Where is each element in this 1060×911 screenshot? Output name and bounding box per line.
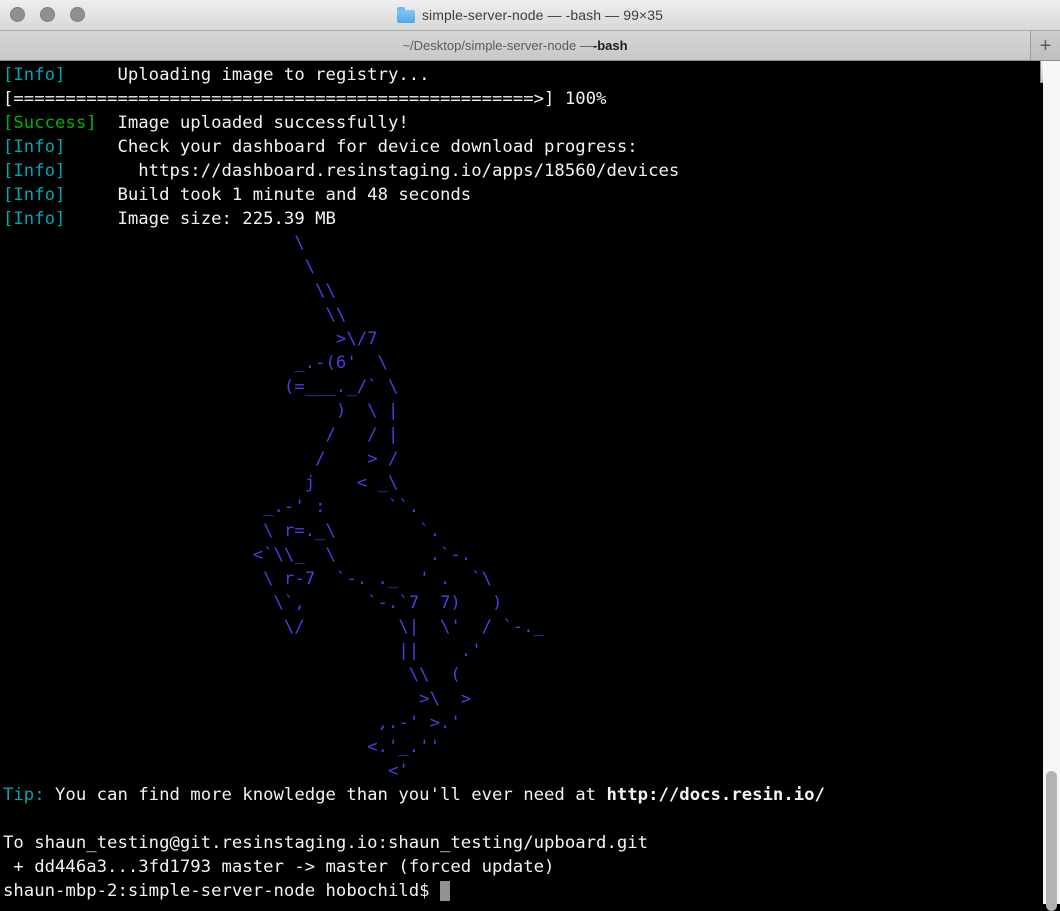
terminal-line: \`, `-.`7 7) ): [3, 591, 1043, 615]
terminal-line: [Info] Check your dashboard for device d…: [3, 135, 1043, 159]
scrollbar-track[interactable]: [1043, 61, 1060, 904]
tab-bar: ~/Desktop/simple-server-node — -bash +: [0, 31, 1060, 61]
terminal-line: ,.-' >.': [3, 711, 1043, 735]
terminal-output[interactable]: [Info] Uploading image to registry...[==…: [0, 61, 1043, 904]
terminal-line: [Info] Uploading image to registry...: [3, 63, 1043, 87]
title-bar: simple-server-node — -bash — 99×35: [0, 0, 1060, 31]
tab-title-path: ~/Desktop/simple-server-node —: [402, 38, 592, 53]
plus-icon: +: [1040, 36, 1052, 56]
window-title: simple-server-node — -bash — 99×35: [422, 7, 663, 23]
terminal-line: \/ \| \' / `-._: [3, 615, 1043, 639]
terminal-line: [Info] https://dashboard.resinstaging.io…: [3, 159, 1043, 183]
terminal-line: \: [3, 255, 1043, 279]
terminal-line: <.'_.'': [3, 735, 1043, 759]
terminal-line: [=======================================…: [3, 87, 1043, 111]
window-title-area: simple-server-node — -bash — 99×35: [0, 0, 1060, 30]
terminal-line: + dd446a3...3fd1793 master -> master (fo…: [3, 855, 1043, 879]
tab-terminal[interactable]: ~/Desktop/simple-server-node — -bash: [0, 31, 1030, 60]
terminal-line: [3, 807, 1043, 831]
new-tab-button[interactable]: +: [1030, 31, 1060, 60]
terminal-line: shaun-mbp-2:simple-server-node hobochild…: [3, 879, 1043, 903]
terminal-line: [Info] Build took 1 minute and 48 second…: [3, 183, 1043, 207]
terminal-line: To shaun_testing@git.resinstaging.io:sha…: [3, 831, 1043, 855]
terminal-line: \ r-7 `-. ._ ' . `\: [3, 567, 1043, 591]
terminal-window: simple-server-node — -bash — 99×35 ~/Des…: [0, 0, 1060, 904]
terminal-line: \\ (: [3, 663, 1043, 687]
terminal-line: j < _\: [3, 471, 1043, 495]
terminal-line: <`\\_ \ .`-.: [3, 543, 1043, 567]
folder-icon: [397, 10, 415, 23]
terminal-line: _.-(6' \: [3, 351, 1043, 375]
terminal-line: \: [3, 231, 1043, 255]
terminal-line: / > /: [3, 447, 1043, 471]
terminal-line: (=___._/` \: [3, 375, 1043, 399]
terminal-line: / / |: [3, 423, 1043, 447]
terminal-line: <': [3, 759, 1043, 783]
terminal-line: _.-' : ``.: [3, 495, 1043, 519]
terminal-line: \\: [3, 279, 1043, 303]
terminal-line: || .': [3, 639, 1043, 663]
terminal-line: Tip: You can find more knowledge than yo…: [3, 783, 1043, 807]
terminal-line: \\: [3, 303, 1043, 327]
tab-title-process: -bash: [593, 38, 628, 53]
terminal-line: ) \ |: [3, 399, 1043, 423]
terminal-line: >\ >: [3, 687, 1043, 711]
terminal-line: \ r=._\ `.: [3, 519, 1043, 543]
terminal-line: [Info] Image size: 225.39 MB: [3, 207, 1043, 231]
terminal-line: [Success] Image uploaded successfully!: [3, 111, 1043, 135]
terminal-line: >\/7: [3, 327, 1043, 351]
terminal-text: [Info] Uploading image to registry...[==…: [0, 61, 1043, 903]
scrollbar-thumb[interactable]: [1046, 771, 1057, 911]
